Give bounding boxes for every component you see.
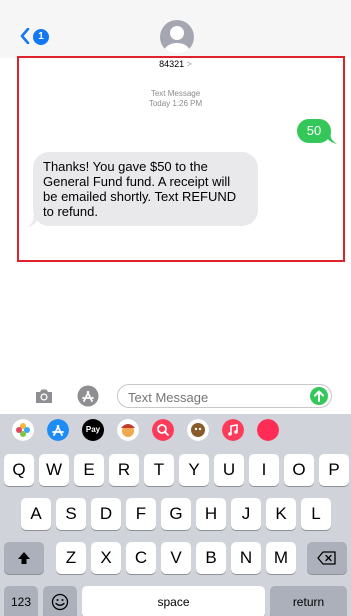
message-input-container[interactable] (117, 384, 332, 408)
memoji-stickers-app-icon[interactable] (117, 419, 139, 441)
key-v[interactable]: V (161, 542, 191, 574)
apple-pay-app-icon[interactable]: Pay (82, 419, 104, 441)
photos-app-icon[interactable] (12, 419, 34, 441)
key-k[interactable]: K (266, 498, 296, 530)
contact-name[interactable]: 84321 > (0, 59, 351, 69)
key-n[interactable]: N (231, 542, 261, 574)
key-b[interactable]: B (196, 542, 226, 574)
person-icon (164, 26, 190, 54)
key-r[interactable]: R (109, 454, 139, 486)
key-j[interactable]: J (231, 498, 261, 530)
key-i[interactable]: I (249, 454, 279, 486)
space-key[interactable]: space (82, 586, 265, 616)
delete-key[interactable] (307, 542, 347, 574)
numbers-key[interactable]: 123 (4, 586, 38, 616)
send-button[interactable] (310, 387, 328, 405)
key-a[interactable]: A (21, 498, 51, 530)
incoming-bubble-tail (27, 216, 39, 227)
return-key[interactable]: return (270, 586, 347, 616)
outgoing-bubble-tail (325, 133, 337, 144)
camera-icon[interactable] (34, 386, 54, 406)
key-s[interactable]: S (56, 498, 86, 530)
contact-chevron-icon: > (186, 59, 192, 69)
keyboard: Pay Q W E R T Y U I O P A S D F G H J K … (0, 414, 351, 616)
key-y[interactable]: Y (179, 454, 209, 486)
animoji-app-icon[interactable] (187, 419, 209, 441)
message-input[interactable] (128, 390, 288, 405)
key-t[interactable]: T (144, 454, 174, 486)
chevron-left-icon (20, 28, 30, 44)
key-x[interactable]: X (91, 542, 121, 574)
key-w[interactable]: W (39, 454, 69, 486)
apple-pay-label: Pay (85, 425, 101, 434)
key-o[interactable]: O (284, 454, 314, 486)
key-e[interactable]: E (74, 454, 104, 486)
key-c[interactable]: C (126, 542, 156, 574)
emoji-icon (51, 593, 69, 611)
shift-key[interactable] (4, 542, 44, 574)
digital-touch-app-icon[interactable] (257, 419, 279, 441)
key-g[interactable]: G (161, 498, 191, 530)
shift-icon (18, 552, 30, 564)
key-z[interactable]: Z (56, 542, 86, 574)
emoji-key[interactable] (43, 586, 77, 616)
contact-number: 84321 (159, 59, 185, 69)
arrow-up-icon (314, 390, 324, 402)
message-time-label: Today 1:26 PM (148, 99, 203, 108)
key-h[interactable]: H (196, 498, 226, 530)
incoming-message-bubble[interactable]: Thanks! You gave $50 to the General Fund… (33, 152, 258, 226)
key-u[interactable]: U (214, 454, 244, 486)
app-drawer: Pay (0, 414, 351, 446)
message-service-label: Text Message (150, 89, 201, 98)
conversation-header: 1 84321 > (0, 0, 351, 69)
app-store-app-icon[interactable] (47, 419, 69, 441)
unread-count-badge: 1 (33, 29, 49, 45)
backspace-icon (317, 551, 336, 565)
message-timestamp: Text Message Today 1:26 PM (0, 89, 351, 109)
key-l[interactable]: L (301, 498, 331, 530)
key-p[interactable]: P (319, 454, 349, 486)
music-app-icon[interactable] (222, 419, 244, 441)
app-store-icon[interactable] (76, 384, 100, 408)
back-button[interactable]: 1 (20, 26, 60, 48)
key-m[interactable]: M (266, 542, 296, 574)
key-f[interactable]: F (126, 498, 156, 530)
contact-avatar[interactable] (160, 20, 194, 54)
key-q[interactable]: Q (4, 454, 34, 486)
key-d[interactable]: D (91, 498, 121, 530)
search-images-app-icon[interactable] (152, 419, 174, 441)
